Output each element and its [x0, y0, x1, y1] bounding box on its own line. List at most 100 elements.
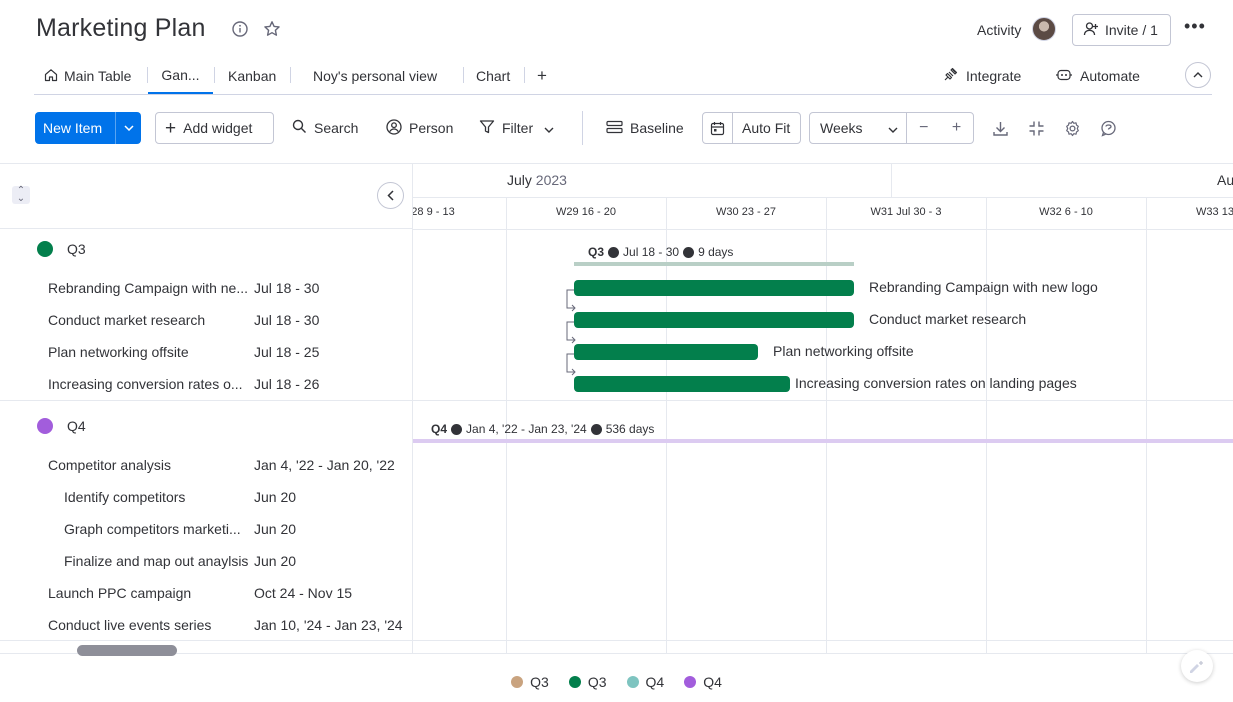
- list-item[interactable]: Competitor analysis Jan 4, '22 - Jan 20,…: [48, 455, 395, 475]
- group-name: Q3: [67, 241, 86, 257]
- panel-divider: [0, 228, 412, 229]
- avatar[interactable]: [1032, 17, 1056, 41]
- activity-link[interactable]: Activity: [977, 22, 1021, 38]
- person-icon: [386, 118, 402, 138]
- week-label: W29 16 - 20: [556, 206, 616, 218]
- tab-label: Main Table: [64, 68, 132, 84]
- fullscreen-icon[interactable]: [1026, 118, 1046, 138]
- list-item[interactable]: Graph competitors marketi... Jun 20: [64, 519, 296, 539]
- plus-icon: +: [165, 117, 177, 139]
- group-color-dot: [37, 241, 53, 257]
- add-view-button[interactable]: +: [537, 58, 547, 94]
- week-label: W33 13: [1196, 206, 1233, 218]
- automate-icon: [1055, 68, 1073, 85]
- integrate-button[interactable]: Integrate: [942, 58, 1021, 94]
- axis-divider: [413, 229, 1233, 230]
- list-item[interactable]: Identify competitors Jun 20: [64, 487, 296, 507]
- item-date: Oct 24 - Nov 15: [254, 585, 353, 601]
- toggle-panel-button[interactable]: [377, 182, 404, 209]
- horizontal-scrollbar[interactable]: [77, 645, 177, 656]
- group-header-q4[interactable]: Q4: [37, 416, 86, 436]
- time-scale-select[interactable]: Weeks − +: [809, 112, 974, 144]
- board-title[interactable]: Marketing Plan: [36, 14, 206, 43]
- item-name: Launch PPC campaign: [48, 585, 192, 601]
- tab-gantt[interactable]: Gan...: [148, 58, 213, 94]
- list-item[interactable]: Finalize and map out anaylsis Jun 20: [64, 551, 296, 571]
- collapse-groups-icon[interactable]: ⌃ ⌄: [12, 186, 30, 204]
- week-label: W30 23 - 27: [716, 206, 776, 218]
- list-item[interactable]: Plan networking offsite Jul 18 - 25: [48, 342, 319, 362]
- group-summary-q4: Q4 Jan 4, '22 - Jan 23, '24 536 days: [431, 422, 654, 436]
- gantt-bar-label: Increasing conversion rates on landing p…: [795, 375, 1077, 391]
- list-item[interactable]: Conduct live events series Jan 10, '24 -…: [48, 615, 403, 635]
- collapse-header-button[interactable]: [1185, 62, 1211, 88]
- tab-main-table[interactable]: Main Table: [44, 58, 131, 94]
- item-name: Plan networking offsite: [48, 344, 189, 360]
- list-item[interactable]: Launch PPC campaign Oct 24 - Nov 15: [48, 583, 352, 603]
- list-item[interactable]: Conduct market research Jul 18 - 30: [48, 310, 319, 330]
- gantt-bar[interactable]: [574, 312, 854, 328]
- group-span-line-q4[interactable]: [413, 439, 1233, 443]
- add-widget-button[interactable]: + Add widget: [155, 112, 274, 144]
- weeks-label: Weeks: [820, 120, 863, 136]
- legend-item: Q3: [511, 674, 549, 690]
- chevron-down-icon[interactable]: [115, 112, 141, 144]
- legend-color-dot: [626, 676, 639, 688]
- star-icon[interactable]: [263, 20, 281, 38]
- item-date: Jan 10, '24 - Jan 23, '24: [254, 617, 403, 633]
- person-filter-button[interactable]: Person: [386, 112, 453, 144]
- invite-button[interactable]: Invite / 1: [1072, 14, 1171, 46]
- more-options-icon[interactable]: •••: [1184, 16, 1206, 37]
- tab-label: Chart: [476, 68, 511, 84]
- chat-icon[interactable]: [1098, 118, 1118, 138]
- group-span-line-q3[interactable]: [574, 262, 854, 266]
- baseline-label: Baseline: [630, 120, 684, 136]
- gantt-timeline[interactable]: July 2023 Au 28 9 - 13 W29 16 - 20 W30 2…: [412, 163, 1233, 653]
- tab-kanban[interactable]: Kanban: [228, 58, 276, 94]
- week-label: W31 Jul 30 - 3: [870, 206, 942, 218]
- item-name: Conduct market research: [48, 312, 206, 328]
- gantt-bar[interactable]: [574, 280, 854, 296]
- baseline-button[interactable]: Baseline: [606, 112, 684, 144]
- tab-chart[interactable]: Chart: [476, 58, 510, 94]
- group-header-q3[interactable]: Q3: [37, 239, 86, 259]
- month-divider: [891, 164, 892, 197]
- week-gridline: [1146, 197, 1147, 653]
- download-icon[interactable]: [990, 118, 1010, 138]
- list-item[interactable]: Increasing conversion rates o... Jul 18 …: [48, 374, 319, 394]
- item-name: Competitor analysis: [48, 457, 171, 473]
- item-name: Rebranding Campaign with ne...: [48, 280, 249, 296]
- gantt-bar[interactable]: [574, 376, 790, 392]
- list-item[interactable]: Rebranding Campaign with ne... Jul 18 - …: [48, 278, 319, 298]
- ai-assistant-icon[interactable]: [1181, 650, 1213, 682]
- group-name: Q4: [67, 418, 86, 434]
- legend: Q3 Q3 Q4 Q4: [0, 674, 1233, 690]
- item-list-panel: ⌃ ⌄ Q3 Rebranding Campaign with ne... Jul…: [0, 163, 412, 653]
- search-button[interactable]: Search: [292, 112, 358, 144]
- filter-button[interactable]: Filter: [479, 112, 554, 144]
- summary-dot: [608, 246, 620, 258]
- legend-label: Q3: [530, 674, 549, 690]
- item-name: Conduct live events series: [48, 617, 212, 633]
- item-date: Jul 18 - 25: [254, 344, 320, 360]
- week-gridline: [986, 197, 987, 653]
- tab-personal-view[interactable]: Noy's personal view: [313, 58, 437, 94]
- week-label: W32 6 - 10: [1039, 206, 1093, 218]
- gantt-bar[interactable]: [574, 344, 758, 360]
- plus-icon: +: [537, 66, 547, 85]
- weeks-dropdown[interactable]: Weeks: [810, 113, 908, 143]
- info-icon[interactable]: [231, 20, 249, 38]
- legend-item: Q4: [626, 674, 664, 690]
- search-label: Search: [314, 120, 359, 136]
- gantt-bar-label: Conduct market research: [869, 311, 1027, 327]
- add-person-icon: [1083, 21, 1099, 40]
- zoom-out-button[interactable]: −: [907, 119, 940, 137]
- toolbar-divider: [582, 111, 583, 145]
- settings-gear-icon[interactable]: [1062, 118, 1082, 138]
- zoom-in-button[interactable]: +: [940, 119, 973, 137]
- integrate-label: Integrate: [966, 68, 1022, 84]
- home-icon: [44, 68, 58, 85]
- auto-fit-button[interactable]: Auto Fit: [702, 112, 801, 144]
- new-item-button[interactable]: New Item: [35, 112, 141, 144]
- automate-button[interactable]: Automate: [1055, 58, 1140, 94]
